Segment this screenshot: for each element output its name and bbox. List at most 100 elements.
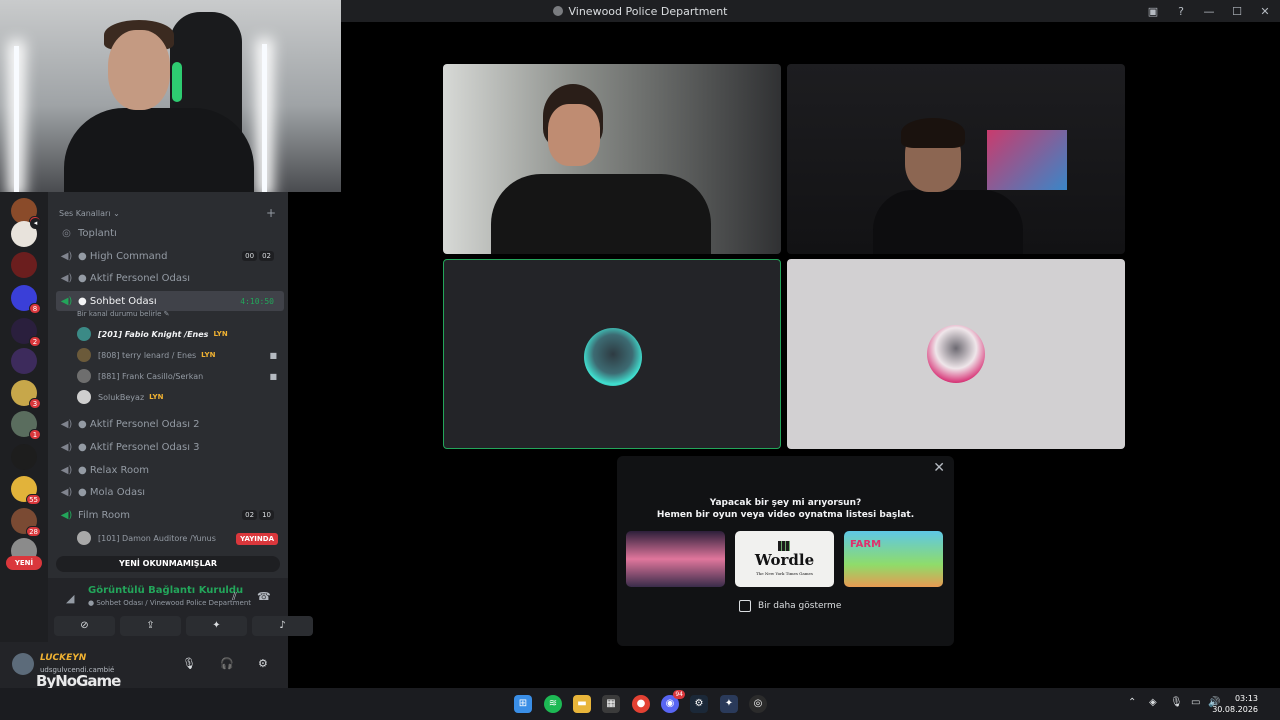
channel-label: ● Aktif Personel Odası 2 (78, 418, 200, 430)
speaker-icon: ◀) (60, 464, 73, 476)
dont-show-checkbox[interactable] (739, 600, 751, 612)
server-icon[interactable] (11, 348, 37, 374)
inbox-icon[interactable]: ▣ (1146, 5, 1160, 18)
steam-tray-icon[interactable]: ◈ (1149, 697, 1157, 708)
voice-member[interactable]: [881] Frank Casillo/Serkan ■ (77, 367, 277, 385)
category-header[interactable]: Ses Kanalları ⌄ (59, 209, 120, 218)
participant-face (548, 104, 600, 166)
close-icon[interactable]: ✕ (933, 460, 945, 476)
channel-mola-odasi[interactable]: ◀) ● Mola Odası (56, 482, 284, 502)
channel-toplanti[interactable]: ◎ Toplantı (56, 223, 284, 243)
server-icon[interactable]: 1 (11, 411, 41, 440)
discord-icon[interactable]: ◉ 94 (661, 690, 685, 713)
signal-icon[interactable]: ◢ (66, 592, 74, 605)
video-tile[interactable] (787, 259, 1125, 449)
server-icon[interactable]: 3 (11, 380, 41, 409)
speaker-icon: ◀) (60, 272, 73, 284)
channel-aktif-personel[interactable]: ◀) ● Aktif Personel Odası (56, 268, 284, 288)
chevron-down-icon: ⌄ (113, 209, 120, 218)
taskbar: ⊞ ≋ ▬ ▦ ● ◉ 94 ⚙ ✦ ◎ ⌃ ◈ 🎙 ▭ 🔊 03:13 30.0… (0, 688, 1280, 720)
avatar (77, 531, 91, 545)
gear-icon[interactable]: ⚙ (258, 657, 268, 670)
connection-location[interactable]: ● Sohbet Odası / Vinewood Police Departm… (88, 599, 251, 607)
video-tile[interactable] (443, 64, 781, 254)
channel-film-room[interactable]: ◀) Film Room 02 10 (56, 505, 284, 525)
activity-button[interactable]: ✦ (186, 616, 247, 636)
video-tile-speaking[interactable] (443, 259, 781, 449)
member-name: [201] Fabio Knight /Enes (98, 329, 209, 339)
activity-card-farm[interactable]: FARM (844, 531, 943, 587)
dont-show-label[interactable]: Bir daha gösterme (758, 601, 841, 611)
voice-member[interactable]: [201] Fabio Knight /Enes LYN (77, 325, 277, 343)
server-badge: 8 (29, 303, 41, 314)
chrome-icon[interactable]: ● (632, 695, 650, 713)
channel-sohbet-odasi[interactable]: ◀) ● Sohbet Odası 4:10:50 (56, 291, 284, 311)
file-explorer-icon[interactable]: ▬ (573, 695, 591, 713)
camera-icon: ■ (269, 371, 277, 381)
close-button[interactable]: ✕ (1258, 5, 1272, 18)
user-limit-count: 02 (259, 251, 274, 261)
channel-aktif-personel-3[interactable]: ◀) ● Aktif Personel Odası 3 (56, 437, 284, 457)
channel-status-link[interactable]: Bir kanal durumu belirle ✎ (77, 310, 170, 318)
channel-aktif-personel-2[interactable]: ◀) ● Aktif Personel Odası 2 (56, 414, 284, 434)
headphones-icon[interactable]: 🎧 (220, 657, 234, 670)
streamer-webcam (0, 0, 341, 192)
steam-icon[interactable]: ⚙ (690, 695, 708, 713)
participant-hair (901, 118, 965, 148)
channel-relax-room[interactable]: ◀) ● Relax Room (56, 460, 284, 480)
webcam-light (14, 46, 19, 192)
soundboard-button[interactable]: ♪ (252, 616, 313, 636)
new-unread-pill[interactable]: YENİ (6, 556, 42, 570)
channel-high-command[interactable]: ◀) ● High Command 00 02 (56, 246, 284, 266)
member-tag: LYN (201, 351, 216, 359)
server-icon[interactable] (11, 444, 37, 470)
username[interactable]: LUCKEYN (40, 653, 86, 663)
spotify-icon[interactable]: ≋ (544, 695, 562, 713)
category-label: Ses Kanalları (59, 209, 111, 218)
help-icon[interactable]: ? (1174, 5, 1188, 18)
app-icon[interactable]: ✦ (720, 695, 738, 713)
server-icon[interactable] (11, 252, 37, 278)
live-badge: YAYINDA (236, 533, 278, 545)
activity-card-shop[interactable] (626, 531, 725, 587)
video-tile[interactable] (787, 64, 1125, 254)
webcam-person-face (108, 30, 170, 110)
avatar (77, 390, 91, 404)
voice-member[interactable]: SolukBeyaz LYN (77, 388, 277, 406)
server-icon[interactable]: 55 (11, 476, 41, 505)
avatar[interactable] (12, 653, 34, 675)
activity-suggestion-card: ✕ Yapacak bir şey mi arıyorsun? Hemen bi… (617, 456, 954, 646)
store-icon[interactable]: ▦ (602, 695, 620, 713)
server-rail: 1 ◂ 8 2 3 1 55 28 YENİ (0, 192, 48, 688)
microphone-icon[interactable]: 🎙 (182, 657, 196, 670)
screen-share-button[interactable]: ⇪ (120, 616, 181, 636)
server-icon[interactable]: 2 (11, 318, 41, 347)
server-icon[interactable]: 8 (11, 285, 41, 314)
camera-off-button[interactable]: ⊘ (54, 616, 115, 636)
voice-member[interactable]: [808] terry lenard / Enes LYN ■ (77, 346, 277, 364)
new-unreads-bar[interactable]: YENİ OKUNMAMIŞLAR (56, 556, 280, 572)
disconnect-icon[interactable]: ☎ (257, 590, 271, 603)
noise-suppression-icon[interactable]: ⫽ (232, 590, 237, 604)
minimize-button[interactable]: — (1202, 5, 1216, 18)
activity-subheading: Hemen bir oyun veya video oynatma listes… (656, 510, 915, 520)
user-count: 00 (242, 251, 258, 261)
channel-label: ● Aktif Personel Odası 3 (78, 441, 200, 453)
server-icon[interactable]: 28 (11, 508, 41, 537)
maximize-button[interactable]: ☐ (1230, 5, 1244, 18)
windows-start-icon[interactable]: ⊞ (514, 695, 532, 713)
activity-card-wordle[interactable]: Wordle The New York Times Games (735, 531, 834, 587)
camera-icon: ■ (269, 350, 277, 360)
obs-icon[interactable]: ◎ (749, 695, 767, 713)
add-channel-icon[interactable]: + (266, 206, 276, 220)
server-icon[interactable]: ◂ (11, 218, 41, 247)
clock[interactable]: 03:13 30.08.2026 (1212, 693, 1258, 715)
call-timer: 4:10:50 (240, 296, 274, 306)
chevron-up-icon[interactable]: ⌃ (1128, 697, 1136, 708)
channel-label: Toplantı (78, 227, 117, 239)
member-name: [808] terry lenard / Enes (98, 350, 197, 360)
display-icon[interactable]: ▭ (1191, 697, 1200, 708)
connection-status[interactable]: Görüntülü Bağlantı Kuruldu (88, 585, 243, 596)
avatar (77, 348, 91, 362)
microphone-icon[interactable]: 🎙 (1170, 697, 1183, 708)
